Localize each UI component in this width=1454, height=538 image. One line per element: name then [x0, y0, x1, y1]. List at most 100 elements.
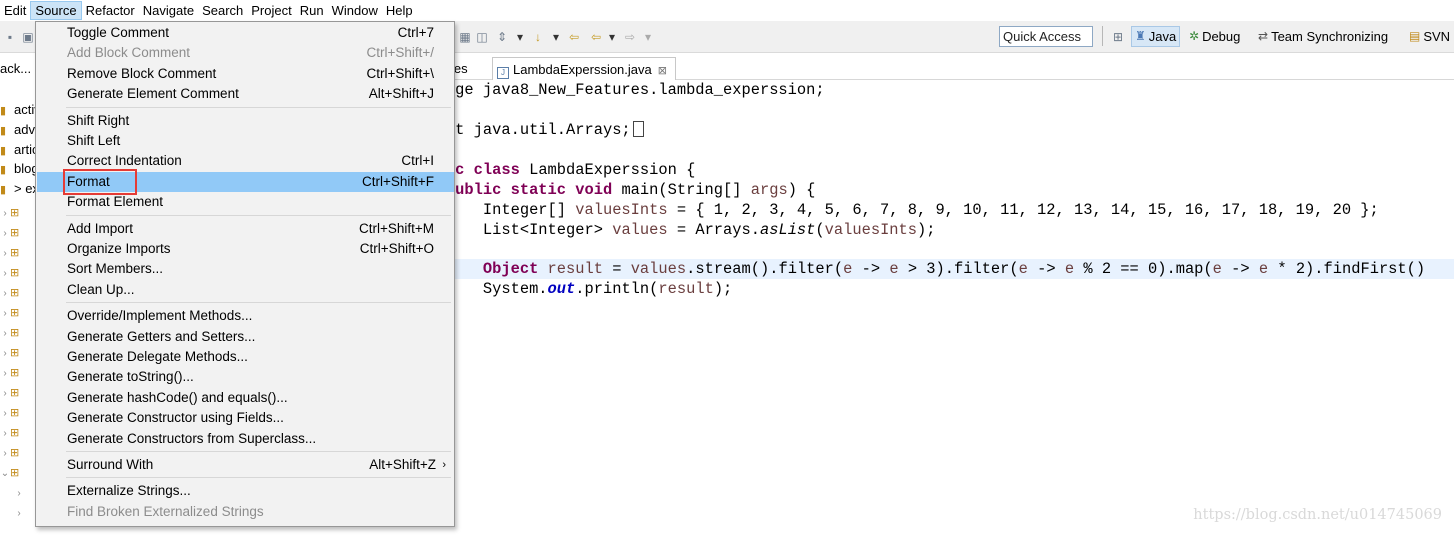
menu-item-externalize-strings[interactable]: Externalize Strings...	[37, 481, 454, 501]
code-line[interactable]: package java8_New_Features.lambda_expers…	[409, 80, 825, 100]
explorer-tree-row[interactable]: › ⊞	[0, 242, 36, 262]
expand-arrow-icon[interactable]: ›	[0, 424, 10, 442]
expand-arrow-icon[interactable]: ›	[14, 504, 24, 522]
open-perspective-icon[interactable]: ⊞	[1110, 29, 1126, 45]
toggle-mark-icon[interactable]: ◫	[474, 29, 490, 45]
menu-window[interactable]: Window	[328, 1, 382, 20]
expand-arrow-icon[interactable]: ›	[0, 244, 10, 262]
explorer-tree-row[interactable]: › ⊞	[0, 362, 36, 382]
code-line[interactable]: System.out.println(result);	[409, 279, 732, 299]
explorer-tree-row[interactable]: › ⊞	[0, 402, 36, 422]
menu-item-generate-constructor-using-fields[interactable]: Generate Constructor using Fields...	[37, 408, 454, 428]
explorer-tree-row[interactable]: ›	[14, 482, 36, 502]
quick-access-input[interactable]: Quick Access	[999, 26, 1093, 47]
last-edit-icon[interactable]: ⇦	[566, 29, 582, 45]
dropdown-icon[interactable]: ▾	[548, 29, 564, 45]
expand-arrow-icon[interactable]: ›	[0, 224, 10, 242]
menu-item-sort-members[interactable]: Sort Members...	[37, 259, 454, 279]
menu-navigate[interactable]: Navigate	[139, 1, 198, 20]
menu-item-generate-delegate-methods[interactable]: Generate Delegate Methods...	[37, 347, 454, 367]
menu-item-generate-constructors-from-superclass[interactable]: Generate Constructors from Superclass...	[37, 429, 454, 449]
expand-arrow-icon[interactable]: ›	[0, 204, 10, 222]
menu-item-generate-element-comment[interactable]: Generate Element Comment Alt+Shift+J	[37, 84, 454, 104]
explorer-tree-row[interactable]: › ⊞	[0, 202, 36, 222]
explorer-row[interactable]: ▮> ex	[0, 179, 36, 199]
explorer-tree-row[interactable]: › ⊞	[0, 322, 36, 342]
expand-arrow-icon[interactable]: ›	[0, 344, 10, 362]
menu-item-add-block-comment[interactable]: Add Block Comment Ctrl+Shift+/	[37, 43, 454, 63]
menu-search[interactable]: Search	[198, 1, 247, 20]
perspective-team[interactable]: ⇄ Team Synchronizing	[1258, 26, 1388, 47]
explorer-row[interactable]: ack...	[0, 59, 36, 79]
code-line[interactable]: Object result = values.stream().filter(e…	[409, 259, 1454, 279]
code-editor[interactable]: package java8_New_Features.lambda_expers…	[409, 80, 1454, 538]
explorer-tree-row[interactable]: › ⊞	[0, 302, 36, 322]
package-icon: ⊞	[10, 427, 20, 439]
code-line[interactable]: public static void main(String[] args) {	[409, 180, 815, 200]
dropdown-icon[interactable]: ▾	[604, 29, 620, 45]
code-line[interactable]: Integer[] valuesInts = { 1, 2, 3, 4, 5, …	[409, 200, 1379, 220]
menu-item-generate-hashcode-and-equals[interactable]: Generate hashCode() and equals()...	[37, 388, 454, 408]
menu-source[interactable]: Source	[30, 1, 82, 20]
code-line[interactable]: List<Integer> values = Arrays.asList(val…	[409, 220, 936, 240]
menu-item-format-element[interactable]: Format Element	[37, 192, 454, 212]
explorer-tree-row[interactable]: › ⊞	[0, 282, 36, 302]
expand-arrow-icon[interactable]: ⌄	[0, 464, 10, 482]
explorer-tree-row[interactable]: › ⊞	[0, 382, 36, 402]
expand-arrow-icon[interactable]: ›	[0, 384, 10, 402]
annotation-icon[interactable]: ↓	[530, 29, 546, 45]
close-icon[interactable]: ⊠	[658, 65, 667, 77]
save-icon[interactable]: ▣	[20, 29, 36, 45]
dropdown-icon[interactable]: ▾	[512, 29, 528, 45]
menu-item-generate-getters-and-setters[interactable]: Generate Getters and Setters...	[37, 327, 454, 347]
menu-refactor[interactable]: Refactor	[82, 1, 139, 20]
menu-item-shift-left[interactable]: Shift Left	[37, 131, 454, 151]
perspective-debug[interactable]: ✲ Debug	[1189, 26, 1240, 47]
menu-item-toggle-comment[interactable]: Toggle Comment Ctrl+7	[37, 23, 454, 43]
explorer-row[interactable]: ▮ blog	[0, 159, 36, 179]
explorer-row[interactable]: ▮artic	[0, 140, 36, 160]
dropdown-icon[interactable]: ▾	[640, 29, 656, 45]
expand-arrow-icon[interactable]: ›	[0, 304, 10, 322]
explorer-tree-row[interactable]: ›	[14, 502, 36, 522]
expand-arrow-icon[interactable]: ›	[0, 264, 10, 282]
expand-arrow-icon[interactable]: ›	[0, 284, 10, 302]
expand-arrow-icon[interactable]: ›	[0, 324, 10, 342]
explorer-tree-row[interactable]: › ⊞	[0, 262, 36, 282]
perspective-java[interactable]: ♜ Java	[1131, 26, 1181, 47]
perspective-svn[interactable]: ▤ SVN	[1409, 26, 1450, 47]
menu-item-organize-imports[interactable]: Organize Imports Ctrl+Shift+O	[37, 239, 454, 259]
expand-arrow-icon[interactable]: ›	[0, 364, 10, 382]
next-annotation-icon[interactable]: ▦	[457, 29, 473, 45]
pin-icon[interactable]: ⇕	[494, 29, 510, 45]
menu-item-correct-indentation[interactable]: Correct Indentation Ctrl+I	[37, 151, 454, 171]
expand-arrow-icon[interactable]: ›	[0, 444, 10, 462]
menu-item-override-implement-methods[interactable]: Override/Implement Methods...	[37, 306, 454, 326]
explorer-tree-row[interactable]: › ⊞	[0, 442, 36, 462]
menu-item-surround-with[interactable]: Surround With Alt+Shift+Z ›	[37, 455, 454, 475]
menu-item-find-broken-externalized-strings[interactable]: Find Broken Externalized Strings	[37, 502, 454, 522]
menu-item-add-import[interactable]: Add Import Ctrl+Shift+M	[37, 219, 454, 239]
menu-run[interactable]: Run	[296, 1, 328, 20]
menu-item-generate-tostring[interactable]: Generate toString()...	[37, 367, 454, 387]
menu-item-clean-up[interactable]: Clean Up...	[37, 280, 454, 300]
menu-edit[interactable]: Edit	[0, 1, 30, 20]
new-icon[interactable]: ▪	[2, 29, 18, 45]
expand-arrow-icon[interactable]: ›	[0, 404, 10, 422]
tab-lambda-experssion[interactable]: J LambdaExperssion.java ⊠	[492, 57, 676, 80]
menu-item-remove-block-comment[interactable]: Remove Block Comment Ctrl+Shift+\	[37, 64, 454, 84]
menu-item-shift-right[interactable]: Shift Right	[37, 111, 454, 131]
menu-item-format[interactable]: Format Ctrl+Shift+F	[37, 171, 454, 192]
explorer-tree-row[interactable]: › ⊞	[0, 422, 36, 442]
menu-help[interactable]: Help	[382, 1, 417, 20]
explorer-tree-row[interactable]: › ⊞	[0, 342, 36, 362]
explorer-tree-row[interactable]: ⌄⊞	[0, 462, 36, 482]
explorer-row[interactable]: ▮activ	[0, 100, 36, 120]
expand-arrow-icon[interactable]: ›	[14, 484, 24, 502]
forward-icon[interactable]: ⇨	[622, 29, 638, 45]
menu-project[interactable]: Project	[247, 1, 295, 20]
explorer-row[interactable]: ▮adve	[0, 120, 36, 140]
explorer-tree-row[interactable]: › ⊞	[0, 222, 36, 242]
folded-imports-box[interactable]	[632, 121, 644, 137]
back-icon[interactable]: ⇦	[588, 29, 604, 45]
